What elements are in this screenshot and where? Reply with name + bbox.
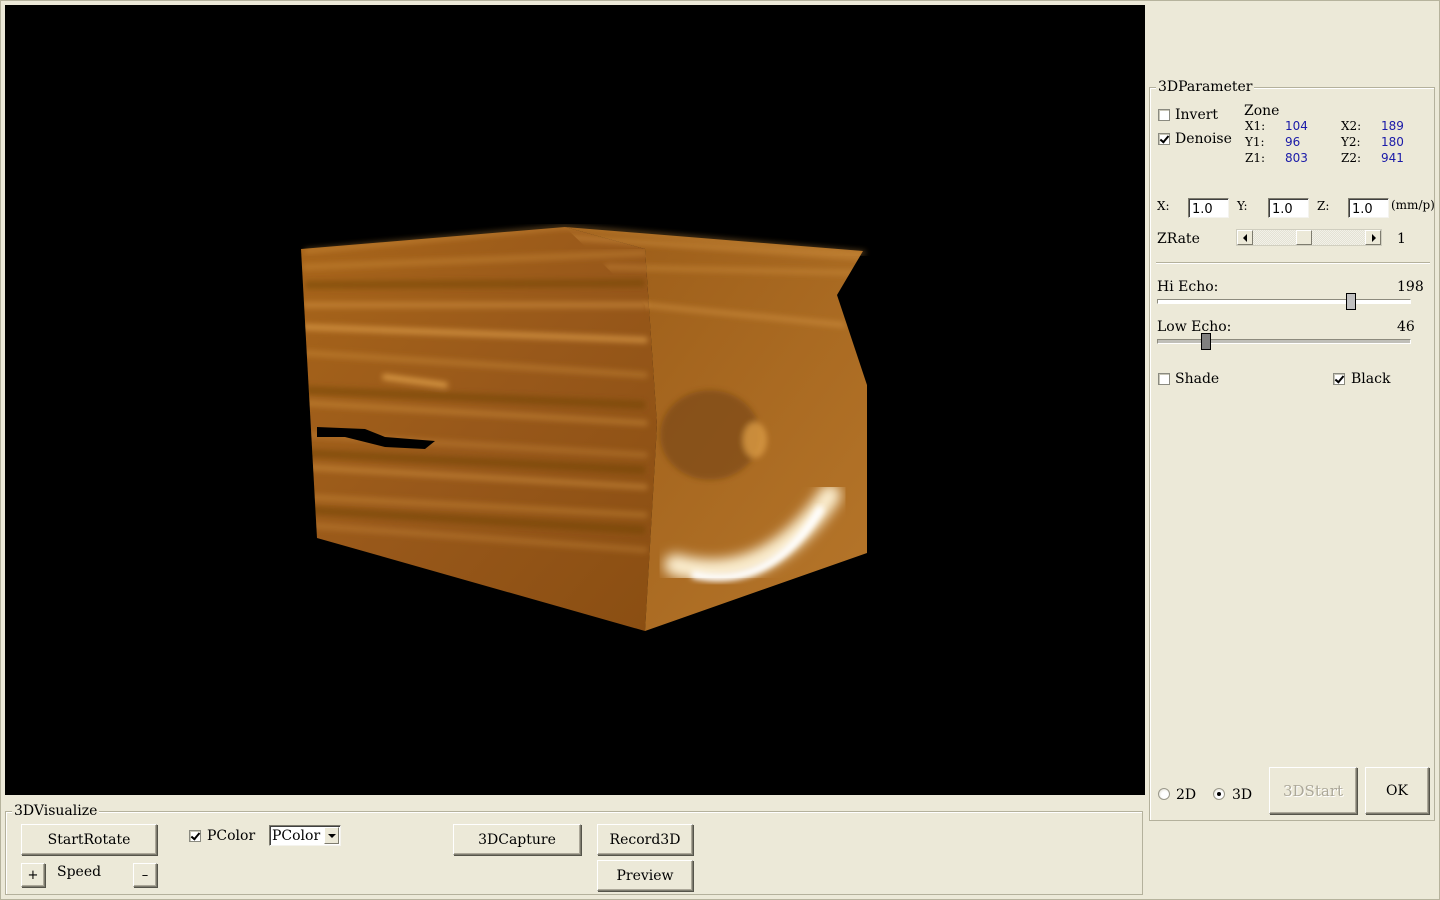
zone-y1-label: Y1: — [1245, 135, 1265, 149]
speed-decrease-button[interactable]: – — [133, 863, 157, 887]
hi-echo-value: 198 — [1397, 279, 1424, 295]
mode-2d-radio[interactable] — [1158, 788, 1170, 800]
3d-viewport[interactable] — [5, 5, 1145, 795]
low-echo-slider-thumb[interactable] — [1201, 333, 1211, 350]
denoise-label: Denoise — [1175, 131, 1232, 147]
pcolor-label: PColor — [207, 828, 256, 844]
spacing-x-input[interactable] — [1188, 198, 1229, 218]
speed-increase-button[interactable]: + — [21, 863, 45, 887]
spacing-z-label: Z: — [1317, 199, 1330, 213]
zrate-value: 1 — [1397, 231, 1406, 247]
spacing-z-input[interactable] — [1348, 198, 1389, 218]
preview-button[interactable]: Preview — [597, 860, 693, 891]
divider — [1156, 262, 1430, 264]
ok-button[interactable]: OK — [1365, 767, 1429, 814]
low-echo-track[interactable] — [1157, 339, 1411, 344]
app-window: 3DParameter Invert Denoise Zone X1: 104 … — [0, 0, 1440, 900]
tissue-shadow — [304, 279, 646, 289]
3d-start-button[interactable]: 3DStart — [1269, 767, 1357, 814]
zrate-label: ZRate — [1157, 231, 1200, 247]
pcolor-select-value: PColor — [272, 828, 321, 844]
mode-2d-label: 2D — [1176, 787, 1197, 803]
spacing-y-label: Y: — [1237, 199, 1248, 213]
invert-checkbox[interactable] — [1158, 109, 1170, 121]
black-checkbox[interactable] — [1333, 373, 1345, 385]
spacing-unit-label: (mm/p) — [1391, 198, 1435, 212]
zone-y1-value: 96 — [1285, 135, 1301, 149]
pcolor-checkbox[interactable] — [189, 830, 201, 842]
zrate-scroll-left-button[interactable] — [1237, 230, 1253, 245]
zone-x1-label: X1: — [1245, 119, 1266, 133]
shade-label: Shade — [1175, 371, 1220, 387]
chevron-down-icon[interactable] — [324, 827, 339, 844]
low-echo-label: Low Echo: — [1157, 319, 1232, 335]
zone-z1-value: 803 — [1285, 151, 1308, 165]
mode-3d-label: 3D — [1232, 787, 1253, 803]
shade-checkbox[interactable] — [1158, 373, 1170, 385]
zrate-scroll-thumb[interactable] — [1296, 230, 1312, 245]
zone-y2-value: 180 — [1381, 135, 1404, 149]
black-label: Black — [1351, 371, 1391, 387]
invert-label: Invert — [1175, 107, 1219, 123]
arrow-right-icon — [1372, 234, 1376, 242]
zone-x2-label: X2: — [1341, 119, 1362, 133]
hi-echo-label: Hi Echo: — [1157, 279, 1219, 295]
mode-3d-radio[interactable] — [1213, 788, 1225, 800]
zone-x1-value: 104 — [1285, 119, 1308, 133]
3d-visualize-title: 3DVisualize — [12, 803, 100, 819]
spacing-y-input[interactable] — [1268, 198, 1309, 218]
volume-render — [301, 225, 867, 631]
zrate-scroll-right-button[interactable] — [1365, 230, 1381, 245]
arrow-left-icon — [1243, 234, 1247, 242]
echo-spot — [743, 422, 767, 458]
spacing-x-label: X: — [1157, 199, 1170, 213]
zone-z1-label: Z1: — [1245, 151, 1266, 165]
speed-label: Speed — [57, 864, 102, 880]
zone-z2-label: Z2: — [1341, 151, 1362, 165]
zone-z2-value: 941 — [1381, 151, 1404, 165]
low-echo-value: 46 — [1397, 319, 1415, 335]
pcolor-select[interactable]: PColor — [269, 825, 341, 846]
zone-y2-label: Y2: — [1341, 135, 1361, 149]
3d-capture-button[interactable]: 3DCapture — [453, 824, 581, 855]
hi-echo-track[interactable] — [1157, 299, 1411, 304]
3d-parameter-title: 3DParameter — [1156, 79, 1255, 95]
denoise-checkbox[interactable] — [1158, 133, 1170, 145]
zone-title: Zone — [1244, 103, 1280, 119]
zrate-scrollbar[interactable] — [1236, 229, 1382, 246]
zone-x2-value: 189 — [1381, 119, 1404, 133]
record-3d-button[interactable]: Record3D — [597, 824, 693, 855]
start-rotate-button[interactable]: StartRotate — [21, 824, 157, 855]
hi-echo-slider-thumb[interactable] — [1346, 293, 1356, 310]
